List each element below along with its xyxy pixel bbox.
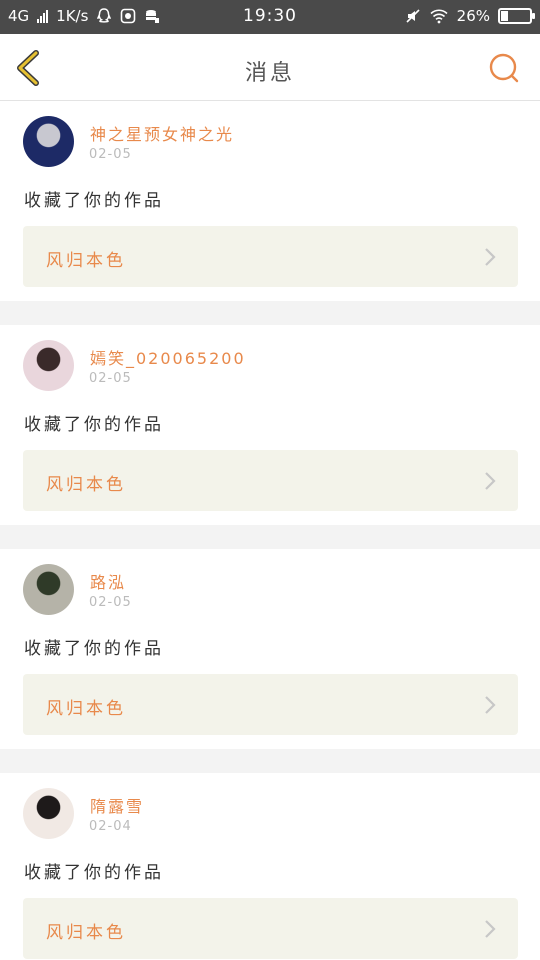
message-date: 02-05 [89, 147, 132, 162]
chevron-right-icon [485, 472, 496, 490]
work-title: 风归本色 [46, 923, 126, 943]
message-date: 02-04 [89, 819, 132, 834]
action-text: 收藏了你的作品 [24, 639, 164, 659]
chevron-right-icon [485, 920, 496, 938]
work-title: 风归本色 [46, 251, 126, 271]
page-title: 消息 [244, 61, 295, 86]
search-icon[interactable] [488, 52, 520, 84]
username[interactable]: 隋露雪 [90, 793, 144, 817]
status-bar: 4G 1K/s 19:30 26% [0, 0, 540, 34]
message-date: 02-05 [89, 371, 132, 386]
work-title: 风归本色 [46, 699, 126, 719]
avatar[interactable] [23, 116, 74, 167]
username[interactable]: 神之星预女神之光 [90, 121, 234, 145]
message-card: 隋露雪 02-04 收藏了你的作品 风归本色 [0, 773, 540, 960]
card-separator [0, 301, 540, 325]
avatar[interactable] [23, 788, 74, 839]
status-right: 26% [405, 7, 535, 25]
message-card: 神之星预女神之光 02-05 收藏了你的作品 风归本色 [0, 101, 540, 301]
chevron-right-icon [485, 248, 496, 266]
action-text: 收藏了你的作品 [24, 863, 164, 883]
username[interactable]: 嫣笑_020065200 [90, 345, 246, 369]
battery-icon [498, 8, 535, 24]
username[interactable]: 路泓 [90, 569, 126, 593]
avatar[interactable] [23, 564, 74, 615]
card-separator [0, 525, 540, 549]
action-text: 收藏了你的作品 [24, 415, 164, 435]
card-separator [0, 749, 540, 773]
work-link[interactable]: 风归本色 [23, 450, 518, 511]
action-text: 收藏了你的作品 [24, 191, 164, 211]
chevron-right-icon [485, 696, 496, 714]
wifi-icon [430, 9, 448, 24]
message-feed: 神之星预女神之光 02-05 收藏了你的作品 风归本色 嫣笑_020065200… [0, 101, 540, 960]
work-link[interactable]: 风归本色 [23, 226, 518, 287]
work-link[interactable]: 风归本色 [23, 674, 518, 735]
mute-icon [406, 9, 420, 23]
nav-bar: 消息 [0, 34, 540, 101]
work-link[interactable]: 风归本色 [23, 898, 518, 959]
avatar[interactable] [23, 340, 74, 391]
battery-percent: 26% [456, 7, 490, 25]
work-title: 风归本色 [46, 475, 126, 495]
message-card: 路泓 02-05 收藏了你的作品 风归本色 [0, 549, 540, 749]
message-date: 02-05 [89, 595, 132, 610]
message-card: 嫣笑_020065200 02-05 收藏了你的作品 风归本色 [0, 325, 540, 525]
